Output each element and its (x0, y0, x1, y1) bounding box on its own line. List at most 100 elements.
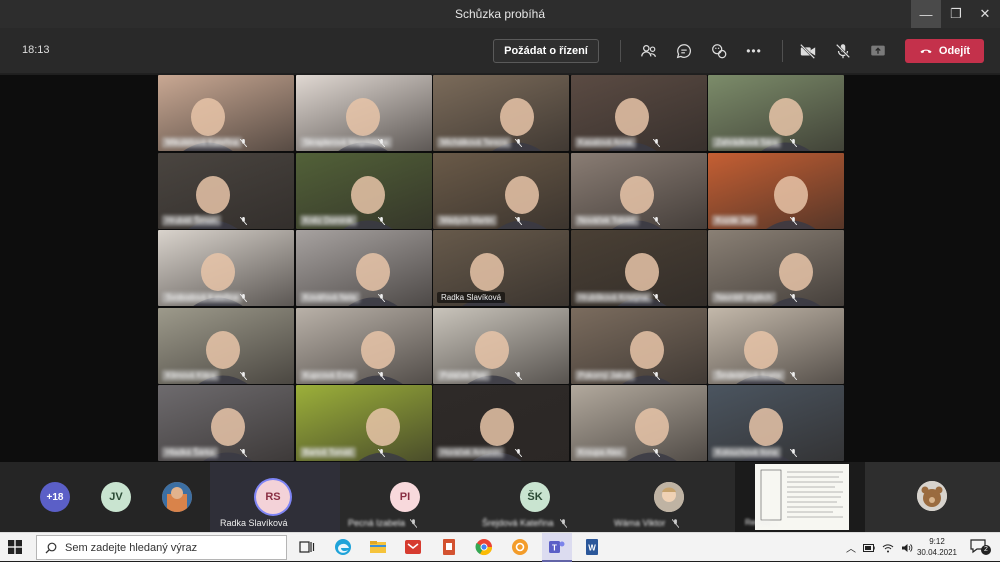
teams-taskbar-active[interactable]: T (542, 533, 572, 562)
strip-tile-bear[interactable] (865, 462, 1000, 532)
task-view-icon[interactable] (298, 538, 316, 556)
mic-off-icon (652, 139, 660, 147)
video-tile[interactable]: Kozák Jan (708, 152, 844, 229)
video-tile[interactable]: Šindelářová Aneta (708, 307, 844, 384)
participant-name: Wáma Viktor (614, 518, 666, 528)
participant-name-label: Kasalová Anna (574, 137, 636, 148)
svg-text:T: T (552, 544, 557, 553)
participant-name-label: Kroupa Alex (574, 447, 626, 458)
avatar-photo[interactable] (162, 482, 192, 512)
mic-off-icon (790, 449, 797, 457)
video-tile[interactable]: Hrubáš Šimon (158, 152, 294, 229)
video-tile[interactable]: Hladká Šárka (158, 385, 294, 461)
close-button[interactable]: ✕ (970, 0, 1000, 28)
video-tile[interactable]: Poláček Petr (433, 307, 569, 384)
mic-off-icon (652, 449, 660, 457)
video-tile[interactable]: Kasalová Anna (570, 75, 707, 151)
video-tile[interactable]: Kovářová Nela (295, 230, 432, 306)
video-tile[interactable]: Svobodová Kateřina (158, 230, 294, 306)
maximize-button[interactable]: ❐ (941, 0, 971, 28)
taskbar-clock[interactable]: 9:12 30.04.2021 (915, 536, 959, 558)
participant-name-label: Šindelářová Aneta (712, 369, 785, 381)
strip-tile-sk[interactable]: ŠK Šrejdová Kateřina (470, 462, 600, 532)
video-tile[interactable]: Kupcová Ema (295, 307, 432, 384)
video-tile[interactable]: Pokorný Jakub (570, 307, 707, 384)
mic-off-icon (652, 294, 660, 302)
mic-off-icon (790, 294, 797, 302)
video-tile[interactable]: Mikulášová Kateřina (158, 75, 294, 151)
video-tile[interactable]: Mádych Martin (433, 152, 569, 229)
toolbar-divider (782, 40, 783, 62)
strip-tile-pi[interactable]: PI Pecná Izabela (340, 462, 470, 532)
video-tile[interactable]: Kněz Dominik (295, 152, 432, 229)
chrome-icon[interactable] (475, 538, 493, 556)
mic-off-icon (240, 139, 247, 147)
video-tile[interactable]: Kroupa Alex (570, 385, 707, 461)
participant-name-label: Michálková Tereza (437, 137, 512, 148)
chevron-up-icon[interactable]: ︿ (846, 540, 856, 555)
mic-off-icon (377, 139, 385, 147)
strip-overflow-cell: +18 JV (0, 462, 210, 532)
taskbar-search-box[interactable]: Sem zadejte hledaný výraz (36, 535, 287, 560)
participant-name: Remes... (745, 518, 778, 527)
chat-icon[interactable] (673, 40, 695, 62)
participant-name-label: Navrátil Vojtěch (712, 292, 776, 303)
share-icon[interactable] (867, 40, 889, 62)
minimize-button[interactable]: — (911, 0, 941, 28)
video-tile[interactable]: Klimová Klára (158, 307, 294, 384)
participant-name-label: Poláček Petr (437, 369, 491, 381)
video-tile[interactable]: Kolouchová Ilona (708, 385, 844, 461)
video-tile[interactable]: Horáček Antonín (433, 385, 569, 461)
window-titlebar: Schůzka probíhá — ❐ ✕ (0, 0, 1000, 28)
mic-off-icon (240, 294, 247, 302)
powerpoint-icon[interactable] (440, 538, 458, 556)
video-tile[interactable]: Skraplerová Magdaléna (295, 75, 432, 151)
video-tile[interactable]: Zahrádková Sára (708, 75, 844, 151)
video-tile[interactable]: Nováček Tobiáš (570, 152, 707, 229)
participant-name: Šrejdová Kateřina (482, 518, 554, 528)
participants-icon[interactable] (638, 40, 660, 62)
participant-name-label: Pokorný Jakub (574, 369, 636, 381)
word-icon[interactable]: W (583, 538, 601, 556)
overflow-count-badge[interactable]: +18 (40, 482, 70, 512)
action-center-icon[interactable]: 2 (970, 538, 991, 556)
mic-off-icon (652, 371, 660, 380)
video-tile[interactable]: Bartoš Tomáš (295, 385, 432, 461)
mic-off-icon[interactable] (832, 40, 854, 62)
strip-tile-document[interactable]: Remes... (735, 462, 865, 532)
video-grid: Mikulášová Kateřina Skraplerová Magdalén… (158, 75, 844, 462)
video-tile[interactable]: Radka Slavíková (433, 230, 569, 306)
avatar-rs: RS (256, 480, 290, 514)
participant-name-label: Mádych Martin (437, 214, 498, 226)
battery-icon[interactable] (863, 543, 875, 553)
settings-icon[interactable] (511, 538, 529, 556)
mic-off-icon (240, 449, 247, 457)
camera-off-icon[interactable] (797, 40, 819, 62)
participant-name-label: Svobodová Kateřina (162, 292, 243, 303)
mic-off-icon (560, 519, 567, 528)
strip-tile-rs[interactable]: RS Radka Slavíková (210, 462, 340, 532)
video-tile[interactable]: Navrátil Vojtěch (708, 230, 844, 306)
wifi-icon[interactable] (882, 543, 894, 553)
edge-icon[interactable] (334, 538, 352, 556)
strip-tile-photo[interactable]: Wáma Viktor (600, 462, 735, 532)
participant-name-label: Kupcová Ema (299, 369, 358, 381)
request-control-button[interactable]: Požádat o řízení (493, 39, 599, 63)
avatar-jv[interactable]: JV (101, 482, 131, 512)
reactions-icon[interactable] (708, 40, 730, 62)
phone-hangup-icon (920, 49, 932, 54)
mail-icon[interactable] (404, 538, 422, 556)
windows-start-icon[interactable] (8, 540, 22, 554)
mic-off-icon (790, 371, 797, 380)
participant-name-label: Hrubšková Kristýna (574, 292, 652, 303)
participant-name-label: Zahrádková Sára (712, 137, 782, 148)
mic-off-icon (377, 216, 385, 225)
participant-name-label: Hladká Šárka (162, 447, 219, 458)
leave-button[interactable]: Odejít (905, 39, 984, 63)
mic-off-icon (377, 371, 385, 380)
file-explorer-icon[interactable] (369, 538, 387, 556)
volume-icon[interactable] (901, 543, 913, 553)
video-tile[interactable]: Michálková Tereza (433, 75, 569, 151)
more-icon[interactable]: ••• (743, 40, 765, 62)
video-tile[interactable]: Hrubšková Kristýna (570, 230, 707, 306)
